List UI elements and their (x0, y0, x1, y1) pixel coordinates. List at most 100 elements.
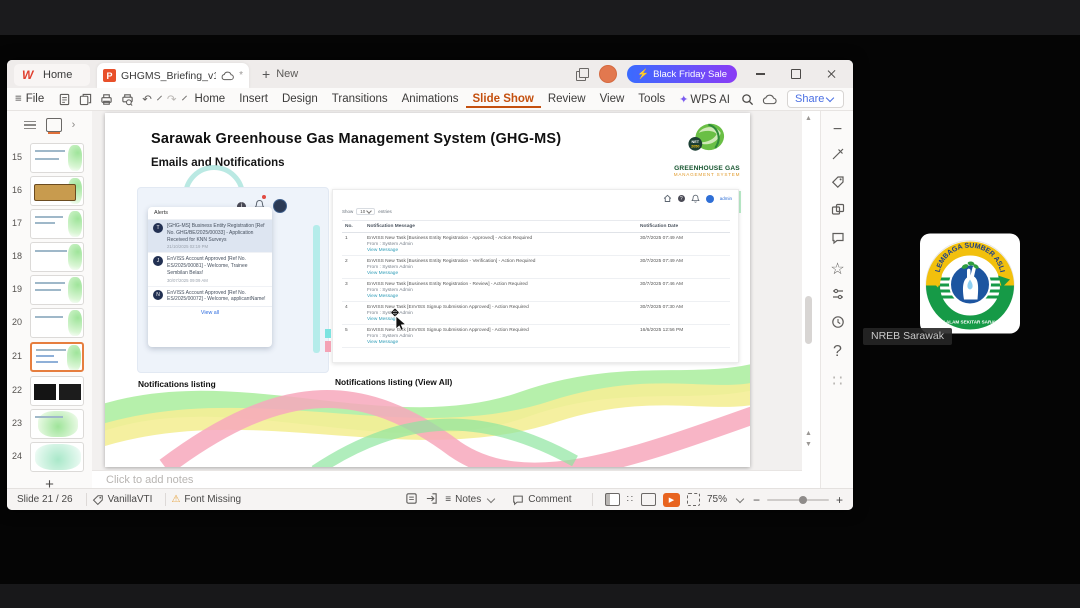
thumbnail-19[interactable]: 19 (7, 275, 92, 305)
zoom-out-button[interactable]: − (753, 493, 760, 507)
decorative-bar (313, 225, 320, 353)
hamburger-icon: ≡ (15, 93, 22, 105)
decorative-chip (325, 341, 331, 352)
outline-view-icon[interactable] (23, 120, 36, 130)
slide-counter: Slide 21 / 26 (17, 494, 73, 505)
thumbnail-23[interactable]: 23 (7, 409, 92, 439)
help-icon[interactable]: ? (821, 343, 853, 361)
comments-panel-icon[interactable] (821, 231, 853, 250)
canvas-scrollbar[interactable]: ▲ ▲ ▼ (802, 111, 816, 470)
thumbnail-22[interactable]: 22 (7, 376, 92, 406)
alert-item: N EnVISS Account Approved [Ref No. ES/20… (148, 287, 272, 307)
search-icon[interactable] (741, 93, 754, 106)
menu-insert[interactable]: Insert (232, 90, 275, 108)
share-button[interactable]: Share (787, 90, 845, 108)
theme-indicator[interactable]: VanillaVTI (92, 494, 152, 506)
file-menu-label: File (25, 93, 45, 105)
print-preview-icon[interactable] (121, 93, 134, 106)
black-friday-sale-button[interactable]: ⚡ Black Friday Sale (627, 65, 737, 83)
ghgms-logo: NET 2050 GREENHOUSE GAS MANAGEMENT SYSTE… (671, 119, 743, 177)
apps-grid-icon[interactable]: ∷ (821, 371, 853, 391)
minimize-button[interactable] (747, 64, 773, 84)
thumbnail-24[interactable]: 24 (7, 442, 92, 472)
collapse-panel-icon[interactable]: › (72, 119, 76, 131)
slide-sorter-view-icon[interactable]: ∷ (627, 494, 634, 505)
thumbnail-17[interactable]: 17 (7, 209, 92, 239)
svg-text:2050: 2050 (691, 144, 699, 148)
menu-slide-show[interactable]: Slide Show (465, 90, 541, 108)
brand-name: GREENHOUSE GAS (674, 165, 740, 172)
font-missing-warning[interactable]: ⚠ Font Missing (171, 494, 241, 505)
wps-window: W Home P GHGMS_Briefing_v1.pptx * + New … (7, 60, 853, 510)
menu-transitions[interactable]: Transitions (325, 90, 395, 108)
notes-toggle[interactable]: ≡ Notes (445, 494, 497, 505)
comment-button[interactable]: Comment (512, 494, 572, 506)
prev-next-slide-buttons[interactable]: ▲ ▼ (805, 429, 812, 450)
thumbnail-21-selected[interactable]: 21 (7, 342, 92, 372)
menu-tools[interactable]: Tools (631, 90, 672, 108)
zoom-level[interactable]: 75% (707, 494, 727, 505)
collapse-sidebar-icon[interactable]: − (821, 121, 853, 139)
cloud-icon[interactable] (762, 94, 777, 105)
menu-view[interactable]: View (593, 90, 632, 108)
toolbar-more-icon[interactable] (181, 95, 187, 101)
zoom-dropdown-icon[interactable] (735, 494, 745, 503)
help-icon: ? (677, 195, 685, 202)
file-menu[interactable]: ≡ File (15, 93, 44, 105)
menu-review[interactable]: Review (541, 90, 593, 108)
thumbnail-20[interactable]: 20 (7, 308, 92, 338)
settings-icon[interactable] (821, 287, 853, 306)
tab-home[interactable]: W Home (14, 64, 90, 86)
table-header: No. Notification Message Notification Da… (342, 220, 730, 233)
table-row: 3 EnVISS New Task [Business Entity Regis… (342, 279, 730, 302)
scrollbar-thumb[interactable] (805, 296, 812, 344)
meeting-screen: W Home P GHGMS_Briefing_v1.pptx * + New … (0, 0, 1080, 608)
reading-view-icon[interactable] (640, 493, 656, 506)
alerts-dropdown: Alerts T [GHG-MS] Business Entity Regist… (148, 207, 272, 347)
tag-tool-icon[interactable] (821, 175, 853, 194)
jump-icon[interactable] (425, 492, 438, 508)
normal-view-icon[interactable] (604, 493, 620, 506)
fit-slide-icon[interactable] (686, 493, 700, 506)
undo-dropdown-icon[interactable] (156, 95, 162, 101)
window-arrange-icon[interactable] (576, 67, 590, 81)
close-button[interactable] (819, 64, 845, 84)
menu-home[interactable]: Home (188, 90, 233, 108)
save-icon[interactable] (58, 93, 71, 106)
new-tab-button[interactable]: + New (262, 66, 298, 82)
task-pane-icon[interactable] (405, 492, 418, 508)
tab-document[interactable]: P GHGMS_Briefing_v1.pptx * (97, 63, 249, 88)
wps-logo-icon: W (22, 67, 34, 82)
slide-title: Sarawak Greenhouse Gas Management System… (151, 131, 562, 147)
menu-animations[interactable]: Animations (395, 90, 466, 108)
zoom-slider[interactable] (766, 495, 829, 504)
restore-button[interactable] (783, 64, 809, 84)
slideshow-play-button[interactable]: ▶ (662, 492, 680, 507)
redo-icon[interactable]: ↷ (167, 92, 177, 106)
undo-icon[interactable]: ↶ (142, 92, 152, 106)
print-icon[interactable] (100, 93, 113, 106)
quick-tools-icon[interactable] (821, 147, 853, 166)
sparkle-icon: ✦ (679, 93, 689, 106)
menu-bar: ≡ File ↶ ↷ Home Insert Design Transition… (7, 88, 853, 111)
notes-bar[interactable]: Click to add notes (92, 470, 802, 488)
menu-wps-ai[interactable]: ✦ WPS AI (672, 90, 737, 109)
show-entries-control: Show 10 entries (342, 208, 392, 215)
scroll-up-icon[interactable]: ▲ (805, 115, 812, 122)
thumbnail-16[interactable]: 16 (7, 176, 92, 206)
zoom-in-button[interactable]: + (836, 493, 843, 507)
thumbnail-15[interactable]: 15 (7, 143, 92, 173)
slide-page[interactable]: Sarawak Greenhouse Gas Management System… (105, 113, 750, 467)
slide-view-icon[interactable] (45, 118, 62, 132)
share-label: Share (795, 93, 825, 105)
favorites-icon[interactable]: ☆ (821, 259, 853, 279)
zoom-slider-knob[interactable] (798, 495, 807, 504)
shapes-tool-icon[interactable] (821, 203, 853, 222)
thumbnail-18[interactable]: 18 (7, 242, 92, 272)
account-avatar[interactable] (599, 65, 618, 83)
history-icon[interactable] (821, 315, 853, 334)
alert-item: J EnVISS Account Approved [Ref No. ES/20… (148, 253, 272, 287)
portal-username: admin (719, 196, 732, 201)
menu-design[interactable]: Design (275, 90, 325, 108)
copy-icon[interactable] (79, 93, 92, 106)
